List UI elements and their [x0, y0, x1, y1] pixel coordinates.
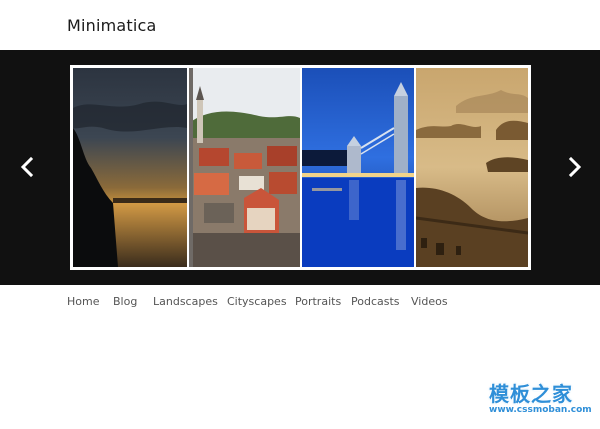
nav-item-landscapes[interactable]: Landscapes	[153, 295, 218, 308]
site-title[interactable]: Minimatica	[67, 16, 157, 35]
slider-prev-button[interactable]	[16, 155, 40, 179]
nav-item-home[interactable]: Home	[67, 295, 99, 308]
slide-old-town[interactable]	[189, 68, 300, 267]
nav-item-cityscapes[interactable]: Cityscapes	[227, 295, 287, 308]
site-header: Minimatica	[0, 0, 600, 50]
page: Minimatica Home Blog Landscapes Cityscap…	[0, 0, 600, 429]
nav-item-videos[interactable]: Videos	[411, 295, 448, 308]
watermark-url: www.cssmoban.com	[489, 405, 592, 415]
slider-frame	[70, 65, 531, 270]
main-nav: Home Blog Landscapes Cityscapes Portrait…	[0, 295, 600, 315]
slider-next-button[interactable]	[562, 155, 586, 179]
slide-tower-bridge[interactable]	[302, 68, 414, 267]
nav-item-blog[interactable]: Blog	[113, 295, 137, 308]
slide-sepia-coast[interactable]	[416, 68, 528, 267]
nav-item-podcasts[interactable]: Podcasts	[351, 295, 400, 308]
slide-sunset-lake[interactable]	[73, 68, 187, 267]
watermark: 模板之家 www.cssmoban.com	[486, 378, 592, 418]
chevron-right-icon	[568, 156, 582, 178]
image-slider	[0, 50, 600, 285]
watermark-logo-text: 模板之家	[489, 382, 573, 406]
nav-item-portraits[interactable]: Portraits	[295, 295, 341, 308]
chevron-left-icon	[20, 156, 34, 178]
